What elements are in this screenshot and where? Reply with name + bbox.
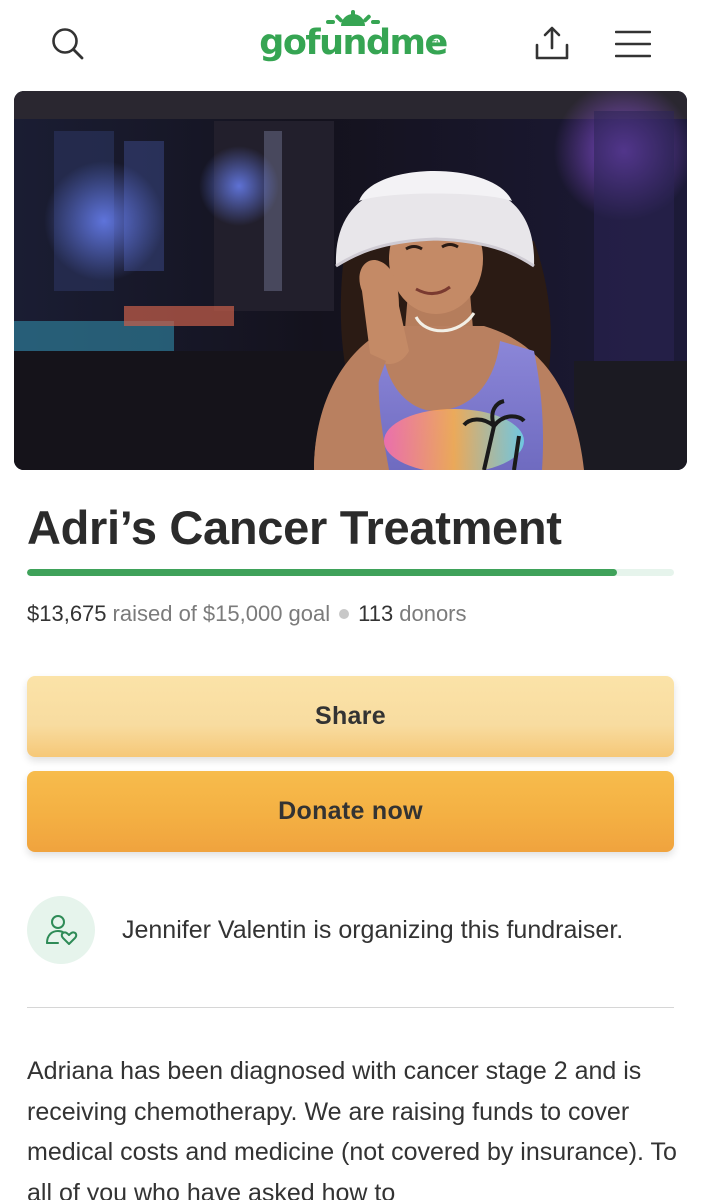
- campaign-story: Adriana has been diagnosed with cancer s…: [27, 1057, 677, 1200]
- header-share-button[interactable]: [526, 18, 578, 70]
- campaign-hero-image: [14, 91, 687, 470]
- raised-amount: $13,675: [27, 601, 107, 626]
- share-upload-icon: [535, 26, 569, 60]
- organizer-avatar: [27, 896, 95, 964]
- logo-wordmark: gofundme: [259, 23, 448, 63]
- menu-button[interactable]: [607, 18, 659, 70]
- fundraising-stats: $13,675 raised of $15,000 goal 113 donor…: [27, 601, 467, 627]
- share-button[interactable]: Share: [27, 676, 674, 757]
- organizer-row: Jennifer Valentin is organizing this fun…: [27, 896, 623, 964]
- gofundme-logo[interactable]: gofundme TM: [258, 10, 448, 80]
- search-button[interactable]: [42, 18, 94, 70]
- donors-label: donors: [399, 601, 467, 626]
- donate-now-button[interactable]: Donate now: [27, 771, 674, 852]
- separator-dot: [339, 609, 350, 619]
- hamburger-menu-icon: [615, 30, 651, 58]
- fundraising-progress-bar: [27, 569, 674, 576]
- donors-count: 113: [358, 601, 394, 626]
- progress-bar-fill: [27, 569, 617, 576]
- logo-trademark: TM: [431, 40, 442, 47]
- goal-amount: $15,000 goal: [202, 601, 331, 626]
- organizer-text: Jennifer Valentin is organizing this fun…: [122, 915, 624, 944]
- raised-of-label: raised of: [112, 601, 197, 626]
- user-heart-icon: [46, 915, 78, 945]
- search-icon: [52, 28, 84, 60]
- section-divider: [27, 1007, 674, 1008]
- campaign-title: Adri’s Cancer Treatment: [27, 501, 562, 554]
- header: gofundme TM: [0, 0, 701, 90]
